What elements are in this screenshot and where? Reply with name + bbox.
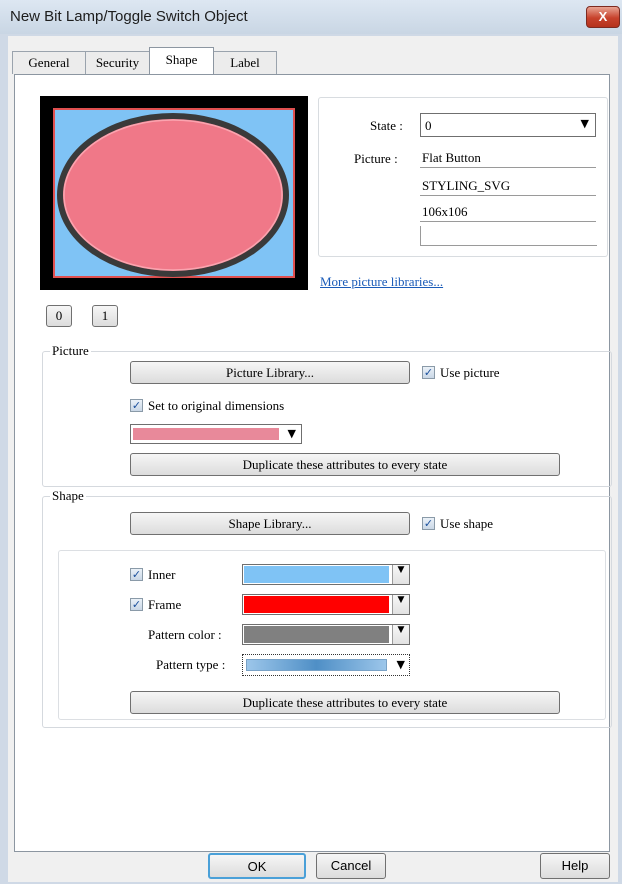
state-select[interactable]: 0 ▼: [420, 113, 596, 137]
chevron-down-icon: ▼: [580, 117, 589, 130]
picture-size-field: 106x106: [420, 202, 596, 222]
state-0-label: 0: [55, 308, 63, 323]
state-label: State :: [370, 118, 403, 133]
window-title: New Bit Lamp/Toggle Switch Object: [10, 8, 248, 25]
inner-color-swatch: [244, 566, 389, 583]
tab-security[interactable]: Security: [85, 51, 150, 74]
tab-general[interactable]: General: [12, 51, 86, 74]
shape-duplicate-button[interactable]: Duplicate these attributes to every stat…: [130, 691, 560, 714]
checkmark-icon: ✓: [423, 366, 434, 379]
tab-security-label: Security: [95, 55, 140, 70]
close-button[interactable]: X: [586, 6, 620, 28]
checkmark-icon: ✓: [423, 517, 434, 530]
ok-button-label: OK: [247, 859, 267, 874]
picture-extra-field: [420, 226, 597, 246]
inner-color-select[interactable]: ▼: [242, 564, 410, 585]
picture-name-value: Flat Button: [422, 150, 481, 165]
checkmark-icon: ✓: [131, 399, 142, 412]
shape-group-label: Shape: [50, 488, 86, 504]
state-1-button[interactable]: 1: [92, 305, 118, 327]
shape-duplicate-button-label: Duplicate these attributes to every stat…: [242, 695, 448, 710]
shape-library-button[interactable]: Shape Library...: [130, 512, 410, 535]
checkmark-icon: ✓: [131, 598, 142, 611]
inner-label: Inner: [148, 567, 176, 582]
pattern-type-label: Pattern type :: [156, 657, 226, 672]
close-icon: X: [598, 9, 608, 24]
chevron-down-icon: ▼: [287, 427, 296, 440]
frame-color-swatch: [244, 596, 389, 613]
ok-button[interactable]: OK: [208, 853, 306, 879]
picture-duplicate-button[interactable]: Duplicate these attributes to every stat…: [130, 453, 560, 476]
picture-duplicate-button-label: Duplicate these attributes to every stat…: [242, 457, 448, 472]
checkmark-icon: ✓: [131, 568, 142, 581]
original-dimensions-label: Set to original dimensions: [148, 398, 285, 413]
use-shape-label: Use shape: [440, 516, 494, 531]
shape-preview: [40, 96, 308, 290]
picture-library-field: STYLING_SVG: [420, 176, 596, 196]
chevron-down-icon: ▼: [392, 625, 409, 644]
use-shape-checkbox[interactable]: ✓: [422, 517, 435, 530]
tab-shape[interactable]: Shape: [149, 47, 214, 74]
inner-checkbox[interactable]: ✓: [130, 568, 143, 581]
original-dimensions-checkbox[interactable]: ✓: [130, 399, 143, 412]
pattern-color-label: Pattern color :: [148, 627, 222, 642]
more-picture-libraries-link[interactable]: More picture libraries...: [320, 274, 443, 290]
picture-label: Picture :: [354, 151, 398, 166]
use-picture-label: Use picture: [440, 365, 500, 380]
picture-color-select[interactable]: ▼: [130, 424, 302, 444]
frame-checkbox[interactable]: ✓: [130, 598, 143, 611]
chevron-down-icon: ▼: [392, 565, 409, 584]
frame-label: Frame: [148, 597, 182, 612]
state-1-label: 1: [101, 308, 109, 323]
tab-label[interactable]: Label: [213, 51, 277, 74]
picture-library-button[interactable]: Picture Library...: [130, 361, 410, 384]
use-picture-checkbox[interactable]: ✓: [422, 366, 435, 379]
picture-name-field: Flat Button: [420, 148, 596, 168]
chevron-down-icon: ▼: [392, 595, 409, 614]
state-value: 0: [425, 118, 432, 133]
picture-library-value: STYLING_SVG: [422, 178, 511, 193]
pattern-type-preview: [246, 659, 387, 671]
picture-size-value: 106x106: [422, 204, 468, 219]
picture-color-swatch: [133, 428, 279, 440]
pattern-color-swatch: [244, 626, 389, 643]
pattern-type-select[interactable]: ▼: [242, 654, 410, 676]
title-bar[interactable]: New Bit Lamp/Toggle Switch Object X: [0, 0, 622, 34]
help-button-label: Help: [561, 858, 589, 873]
pattern-color-select[interactable]: ▼: [242, 624, 410, 645]
frame-color-select[interactable]: ▼: [242, 594, 410, 615]
tab-shape-label: Shape: [165, 52, 198, 67]
tab-label-label: Label: [230, 55, 260, 70]
chevron-down-icon: ▼: [396, 658, 405, 671]
cancel-button[interactable]: Cancel: [316, 853, 386, 879]
state-0-button[interactable]: 0: [46, 305, 72, 327]
help-button[interactable]: Help: [540, 853, 610, 879]
shape-library-button-label: Shape Library...: [228, 516, 312, 531]
tab-general-label: General: [28, 55, 70, 70]
picture-group-label: Picture: [50, 343, 91, 359]
picture-library-button-label: Picture Library...: [226, 365, 314, 380]
cancel-button-label: Cancel: [330, 858, 372, 873]
